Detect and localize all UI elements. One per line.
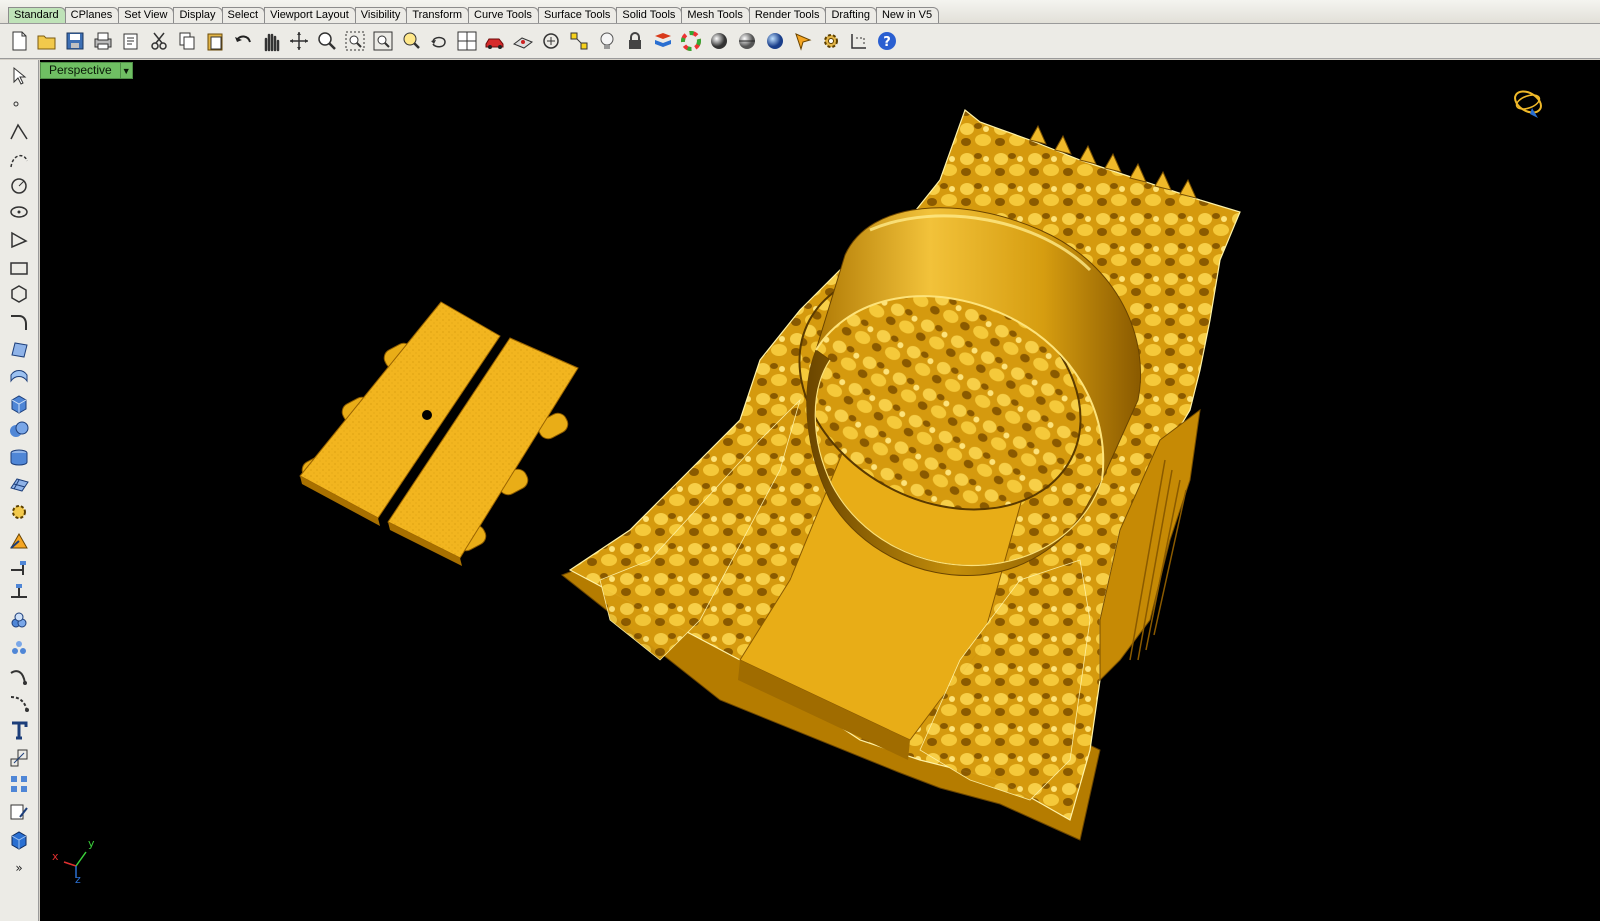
- view-navigation-gizmo[interactable]: [1511, 87, 1544, 118]
- text-icon[interactable]: [6, 718, 32, 742]
- rotate-view-icon[interactable]: [286, 28, 312, 54]
- select-arrow-icon[interactable]: [6, 64, 32, 88]
- spotlight-icon[interactable]: [790, 28, 816, 54]
- analyze-icon[interactable]: [6, 528, 32, 552]
- polyline-icon[interactable]: [6, 120, 32, 144]
- tab-surface-tools[interactable]: Surface Tools: [537, 7, 618, 23]
- color-wheel-icon[interactable]: [678, 28, 704, 54]
- light-bulb-icon[interactable]: [594, 28, 620, 54]
- cut-icon[interactable]: [146, 28, 172, 54]
- surface-corner-icon[interactable]: [6, 336, 32, 360]
- open-icon[interactable]: [34, 28, 60, 54]
- solid-box-icon[interactable]: [6, 828, 32, 852]
- standard-toolbar: ?: [0, 24, 1600, 59]
- hinge-plate: [299, 301, 579, 566]
- undo-view-icon[interactable]: [426, 28, 452, 54]
- tab-visibility[interactable]: Visibility: [354, 7, 408, 23]
- array-icon[interactable]: [6, 772, 32, 796]
- help-icon[interactable]: ?: [874, 28, 900, 54]
- select-points-icon[interactable]: [566, 28, 592, 54]
- transform-gear-icon[interactable]: [6, 500, 32, 524]
- svg-text:»: »: [15, 861, 22, 875]
- polygon-icon[interactable]: [6, 282, 32, 306]
- ellipse-icon[interactable]: [6, 200, 32, 224]
- shaded-sphere-icon[interactable]: [706, 28, 732, 54]
- tab-render-tools[interactable]: Render Tools: [748, 7, 827, 23]
- tab-display[interactable]: Display: [173, 7, 223, 23]
- perspective-viewport[interactable]: y x z Perspective ▼: [40, 60, 1600, 921]
- arc-icon[interactable]: [6, 228, 32, 252]
- dimension-tool-icon[interactable]: [6, 554, 32, 578]
- group-icon[interactable]: [6, 608, 32, 632]
- fillet-curve-icon[interactable]: [6, 310, 32, 334]
- edit-properties-icon[interactable]: [6, 800, 32, 824]
- circle-icon[interactable]: [6, 174, 32, 198]
- osnap-icon[interactable]: [538, 28, 564, 54]
- tab-new-in-v5[interactable]: New in V5: [875, 7, 940, 23]
- layers-icon[interactable]: [650, 28, 676, 54]
- tab-drafting[interactable]: Drafting: [825, 7, 877, 23]
- axis-label-y: y: [88, 837, 95, 850]
- points-cloud-icon[interactable]: [6, 636, 32, 660]
- save-icon[interactable]: [62, 28, 88, 54]
- paste-icon[interactable]: [202, 28, 228, 54]
- scale-icon[interactable]: [6, 746, 32, 770]
- zoom-icon[interactable]: [314, 28, 340, 54]
- pan-hand-icon[interactable]: [258, 28, 284, 54]
- options-gear-icon[interactable]: [818, 28, 844, 54]
- box-icon[interactable]: [6, 392, 32, 416]
- ornate-ring-top: [560, 109, 1241, 841]
- named-views-car-icon[interactable]: [482, 28, 508, 54]
- tab-standard[interactable]: Standard: [8, 7, 66, 23]
- tab-set-view[interactable]: Set View: [118, 7, 175, 23]
- render-sphere-icon[interactable]: [762, 28, 788, 54]
- toolbar-tabs: Standard CPlanes Set View Display Select…: [8, 7, 940, 23]
- properties-icon[interactable]: [118, 28, 144, 54]
- axis-label-z: z: [75, 873, 81, 886]
- blend-curve-icon[interactable]: [6, 690, 32, 714]
- zoom-window-icon[interactable]: [342, 28, 368, 54]
- dimension-icon[interactable]: [846, 28, 872, 54]
- cplane-icon[interactable]: [510, 28, 536, 54]
- curve-from-object-icon[interactable]: [6, 664, 32, 688]
- viewport-menu-chevron-down-icon[interactable]: ▼: [119, 63, 132, 78]
- point-icon[interactable]: [6, 92, 32, 116]
- lock-icon[interactable]: [622, 28, 648, 54]
- boolean-union-icon[interactable]: [6, 418, 32, 442]
- viewport-title-label[interactable]: Perspective: [41, 63, 120, 78]
- rhino-window: Standard CPlanes Set View Display Select…: [0, 0, 1600, 921]
- tab-select[interactable]: Select: [221, 7, 266, 23]
- axis-label-x: x: [52, 850, 59, 863]
- tab-viewport-layout[interactable]: Viewport Layout: [264, 7, 356, 23]
- tab-solid-tools[interactable]: Solid Tools: [616, 7, 683, 23]
- zoom-extents-icon[interactable]: [370, 28, 396, 54]
- zoom-selected-icon[interactable]: [398, 28, 424, 54]
- mesh-plane-icon[interactable]: [6, 472, 32, 496]
- print-icon[interactable]: [90, 28, 116, 54]
- viewport-title-tab[interactable]: Perspective ▼: [40, 62, 133, 79]
- model-scene: [63, 87, 1544, 878]
- section-icon[interactable]: [6, 580, 32, 604]
- svg-text:?: ?: [883, 35, 891, 50]
- expand-toolbar-icon[interactable]: »: [6, 856, 32, 880]
- cylinder-solid-icon[interactable]: [6, 446, 32, 470]
- rectangle-icon[interactable]: [6, 256, 32, 280]
- extrude-surface-icon[interactable]: [6, 364, 32, 388]
- tab-curve-tools[interactable]: Curve Tools: [468, 7, 539, 23]
- toolbar-tab-bar: Standard CPlanes Set View Display Select…: [0, 0, 1600, 24]
- tab-cplanes[interactable]: CPlanes: [64, 7, 120, 23]
- curve-icon[interactable]: [6, 148, 32, 172]
- new-icon[interactable]: [6, 28, 32, 54]
- rendered-sphere-icon[interactable]: [734, 28, 760, 54]
- four-view-icon[interactable]: [454, 28, 480, 54]
- main-side-toolbar: »: [0, 60, 39, 921]
- tab-transform[interactable]: Transform: [406, 7, 470, 23]
- undo-icon[interactable]: [230, 28, 256, 54]
- copy-icon[interactable]: [174, 28, 200, 54]
- tab-mesh-tools[interactable]: Mesh Tools: [681, 7, 750, 23]
